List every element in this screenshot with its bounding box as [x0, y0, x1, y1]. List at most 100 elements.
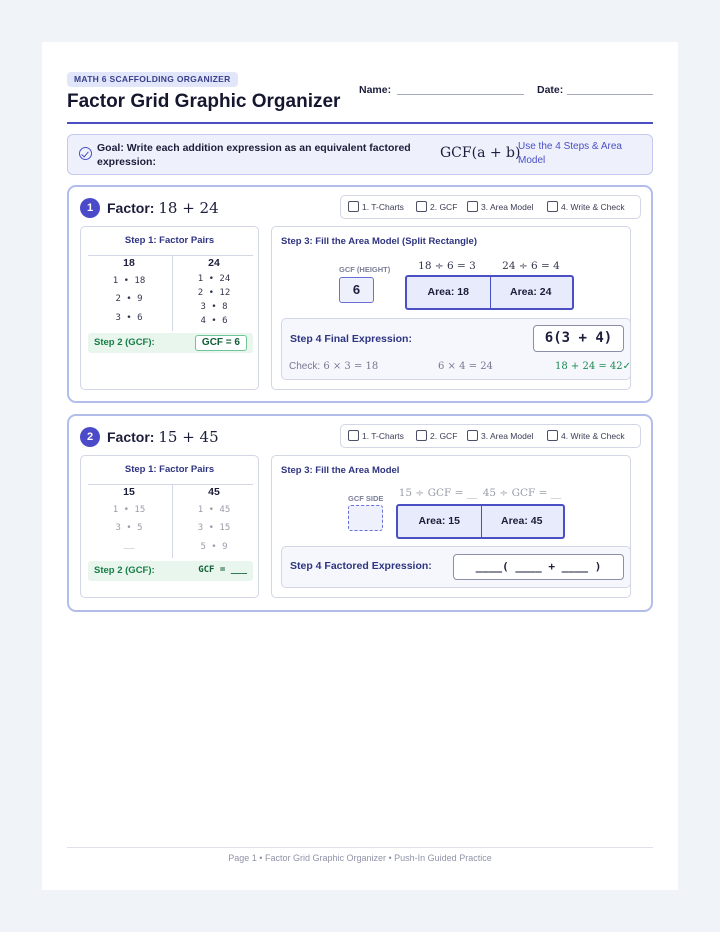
step-check-write-check[interactable]: 4. Write & Check — [547, 201, 625, 212]
steps-checklist: 1. T-Charts 2. GCF 3. Area Model 4. Writ… — [340, 195, 641, 219]
factor-pair-blank: __ — [123, 540, 135, 550]
quotient-label-b: 24 ÷ 6 = 4 — [502, 260, 560, 272]
name-label: Name: — [359, 84, 392, 96]
problem-title: Factor: 15 + 45 — [107, 428, 219, 446]
goal-formula: GCF(a + b) — [440, 145, 521, 161]
factor-pair: 1 • 45 — [197, 505, 231, 515]
tchart-header-a: 18 — [123, 257, 135, 269]
checkbox-icon[interactable] — [416, 201, 427, 212]
quotient-label-a: 18 ÷ 6 = 3 — [418, 260, 476, 272]
factor-pairs-title: Step 1: Factor Pairs — [124, 464, 215, 475]
gcf-height-label: GCF (HEIGHT) — [339, 265, 391, 274]
factor-pair: 1 • 15 — [112, 505, 146, 515]
final-expression-panel: Step 4 Factored Expression: ____( ____ +… — [281, 546, 631, 588]
factor-pair: 1 • 24 — [197, 274, 231, 284]
factor-pair: 4 • 6 — [200, 316, 228, 326]
problem-number: 1 — [80, 198, 100, 218]
worksheet-page: MATH 6 SCAFFOLDING ORGANIZER Factor Grid… — [42, 42, 678, 890]
factor-pairs-panel: Step 1: Factor Pairs 18 24 1 • 18 2 • 9 … — [80, 226, 259, 390]
area-cell-b: Area: 24 — [510, 286, 552, 298]
gcf-side-box[interactable] — [348, 505, 383, 531]
factor-pair: 1 • 18 — [112, 276, 146, 286]
final-expression-box: 6(3 + 4) — [533, 325, 624, 352]
gcf-height-box: 6 — [339, 277, 374, 303]
check-a: Check: 6 × 3 = 18 — [289, 361, 378, 372]
checkbox-icon[interactable] — [416, 430, 427, 441]
name-field[interactable] — [397, 94, 524, 95]
area-cell-a: Area: 15 — [418, 515, 460, 527]
step-check-area-model[interactable]: 3. Area Model — [467, 201, 533, 212]
area-rectangle: Area: 15 Area: 45 — [396, 504, 565, 539]
tchart-divider — [88, 255, 253, 256]
step-check-label: 3. Area Model — [481, 202, 534, 212]
factor-pair: 3 • 8 — [200, 302, 228, 312]
problem-expression: 18 + 24 — [158, 199, 219, 217]
area-model-panel: Step 3: Fill the Area Model GCF SIDE 15 … — [271, 455, 631, 598]
step-check-label: 1. T-Charts — [362, 431, 404, 441]
checkbox-icon[interactable] — [467, 430, 478, 441]
area-cell-b: Area: 45 — [501, 515, 543, 527]
page-title: Factor Grid Graphic Organizer — [67, 91, 341, 112]
final-expression-panel: Step 4 Final Expression: 6(3 + 4) Check:… — [281, 318, 631, 380]
step-check-label: 3. Area Model — [481, 431, 534, 441]
check-circle-icon — [79, 147, 92, 160]
factor-pairs-panel: Step 1: Factor Pairs 15 45 1 • 15 3 • 5 … — [80, 455, 259, 598]
gcf-row: Step 2 (GCF): GCF = 6 — [88, 333, 253, 353]
tchart-header-a: 15 — [123, 486, 135, 498]
problem-label: Factor: — [107, 200, 155, 216]
gcf-answer: GCF = 6 — [194, 335, 247, 351]
step-check-area-model[interactable]: 3. Area Model — [467, 430, 533, 441]
problem-expression: 15 + 45 — [158, 428, 219, 446]
gcf-label: Step 2 (GCF): — [94, 565, 155, 576]
checkbox-icon[interactable] — [467, 201, 478, 212]
step-check-gcf[interactable]: 2. GCF — [416, 430, 457, 441]
checkbox-icon[interactable] — [547, 201, 558, 212]
date-field[interactable] — [567, 94, 653, 95]
step-check-label: 1. T-Charts — [362, 202, 404, 212]
date-label: Date: — [537, 84, 564, 96]
factor-pair: 2 • 9 — [115, 294, 143, 304]
problem-number: 2 — [80, 427, 100, 447]
step-check-tcharts[interactable]: 1. T-Charts — [348, 430, 404, 441]
problem-title: Factor: 18 + 24 — [107, 199, 219, 217]
final-expression-blank[interactable]: ____( ____ + ____ ) — [453, 554, 624, 580]
factor-pair: 3 • 5 — [115, 523, 143, 533]
factor-pair: 2 • 12 — [197, 288, 231, 298]
tchart-header-b: 24 — [208, 257, 220, 269]
final-expression-label: Step 4 Final Expression: — [290, 333, 412, 345]
area-rectangle: Area: 18 Area: 24 — [405, 275, 574, 310]
checkbox-icon[interactable] — [348, 201, 359, 212]
page-footer: Page 1 • Factor Grid Graphic Organizer •… — [228, 853, 492, 863]
goal-note: Use the 4 Steps & Area Model — [518, 141, 622, 166]
gcf-row: Step 2 (GCF): GCF = ___ — [88, 561, 253, 581]
checkbox-icon[interactable] — [547, 430, 558, 441]
step-check-label: 4. Write & Check — [561, 202, 625, 212]
gcf-answer-blank[interactable]: GCF = ___ — [198, 565, 247, 575]
step-check-label: 4. Write & Check — [561, 431, 625, 441]
problem-label: Factor: — [107, 429, 155, 445]
factor-pair: 3 • 6 — [115, 313, 143, 323]
factor-pairs-title: Step 1: Factor Pairs — [124, 235, 215, 246]
check-total: 18 + 24 = 42✓ — [555, 361, 632, 372]
step-check-label: 2. GCF — [430, 202, 458, 212]
area-model-title: Step 3: Fill the Area Model — [281, 465, 400, 476]
tchart-divider — [88, 484, 253, 485]
area-cell-a: Area: 18 — [427, 286, 469, 298]
step-check-write-check[interactable]: 4. Write & Check — [547, 430, 625, 441]
area-model-title: Step 3: Fill the Area Model (Split Recta… — [281, 236, 478, 247]
header-divider — [67, 122, 653, 124]
quotient-label-b: 45 ÷ GCF = __ — [482, 487, 562, 499]
factor-pair: 3 • 15 — [197, 523, 231, 533]
steps-checklist: 1. T-Charts 2. GCF 3. Area Model 4. Writ… — [340, 424, 641, 448]
step-check-label: 2. GCF — [430, 431, 458, 441]
factor-pair: 5 • 9 — [200, 542, 228, 552]
checkbox-icon[interactable] — [348, 430, 359, 441]
problem-card-2: 2 Factor: 15 + 45 1. T-Charts 2. GCF 3. … — [67, 414, 653, 612]
gcf-label: Step 2 (GCF): — [94, 337, 155, 348]
goal-banner: Goal: Write each addition expression as … — [67, 134, 653, 175]
course-badge: MATH 6 SCAFFOLDING ORGANIZER — [67, 72, 238, 87]
goal-text: Goal: Write each addition expression as … — [97, 142, 411, 168]
step-check-gcf[interactable]: 2. GCF — [416, 201, 457, 212]
step-check-tcharts[interactable]: 1. T-Charts — [348, 201, 404, 212]
check-b: 6 × 4 = 24 — [438, 361, 493, 372]
